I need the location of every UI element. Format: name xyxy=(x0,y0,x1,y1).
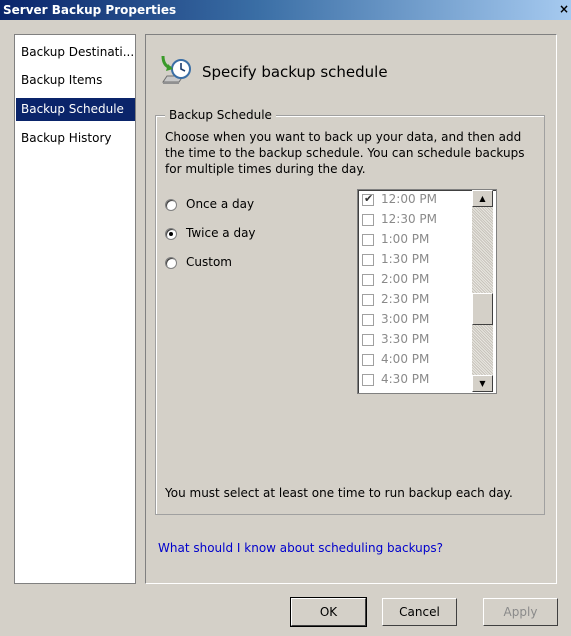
nav-item-backup-history[interactable]: Backup History xyxy=(16,127,135,150)
radio-label: Once a day xyxy=(186,197,255,211)
time-label: 2:30 PM xyxy=(381,292,430,306)
radio-label: Twice a day xyxy=(186,226,256,240)
time-checkbox[interactable] xyxy=(362,274,374,286)
ok-button[interactable]: OK xyxy=(290,597,367,627)
title-bar[interactable]: Server Backup Properties × xyxy=(0,0,571,20)
time-list-scrollbar[interactable]: ▲ ▼ xyxy=(472,190,493,392)
time-label: 1:30 PM xyxy=(381,252,430,266)
cancel-button[interactable]: Cancel xyxy=(382,598,457,626)
radio-circle[interactable] xyxy=(165,199,177,211)
nav-item-backup-schedule[interactable]: Backup Schedule xyxy=(16,98,135,121)
time-checkbox[interactable] xyxy=(362,294,374,306)
nav-item-backup-items[interactable]: Backup Items xyxy=(16,69,135,92)
window-title: Server Backup Properties xyxy=(3,3,177,17)
time-label: 12:30 PM xyxy=(381,212,437,226)
radio-label: Custom xyxy=(186,255,232,269)
time-checkbox[interactable] xyxy=(362,374,374,386)
server-backup-properties-window: Server Backup Properties × Backup Destin… xyxy=(0,0,571,636)
time-label: 12:00 PM xyxy=(381,192,437,206)
time-checkbox[interactable] xyxy=(362,254,374,266)
time-checkbox[interactable] xyxy=(362,314,374,326)
nav-item-backup-destination[interactable]: Backup Destinati... xyxy=(16,41,135,64)
close-icon[interactable]: × xyxy=(557,1,571,17)
backup-clock-icon xyxy=(161,55,191,84)
scroll-down-icon[interactable]: ▼ xyxy=(472,375,493,392)
time-checkbox[interactable] xyxy=(362,234,374,246)
time-label: 4:00 PM xyxy=(381,352,430,366)
time-label: 2:00 PM xyxy=(381,272,430,286)
scroll-up-icon[interactable]: ▲ xyxy=(472,190,493,207)
time-checkbox[interactable] xyxy=(362,334,374,346)
time-label: 4:30 PM xyxy=(381,372,430,386)
help-link[interactable]: What should I know about scheduling back… xyxy=(158,541,443,555)
time-checkbox[interactable] xyxy=(362,354,374,366)
time-label: 1:00 PM xyxy=(381,232,430,246)
group-legend: Backup Schedule xyxy=(165,108,276,122)
time-label: 3:30 PM xyxy=(381,332,430,346)
group-description: Choose when you want to back up your dat… xyxy=(165,130,525,176)
navigation-panel: Backup Destinati... Backup Items Backup … xyxy=(14,34,136,584)
radio-selected-dot xyxy=(169,232,173,236)
time-checkbox[interactable] xyxy=(362,214,374,226)
time-checkbox[interactable]: ✔ xyxy=(362,192,374,206)
scroll-thumb[interactable] xyxy=(472,293,493,325)
page-title: Specify backup schedule xyxy=(202,63,388,81)
time-label: 3:00 PM xyxy=(381,312,430,326)
check-icon: ✔ xyxy=(364,192,374,205)
radio-circle[interactable] xyxy=(165,257,177,269)
selection-warning: You must select at least one time to run… xyxy=(165,486,513,500)
apply-button[interactable]: Apply xyxy=(483,598,558,626)
